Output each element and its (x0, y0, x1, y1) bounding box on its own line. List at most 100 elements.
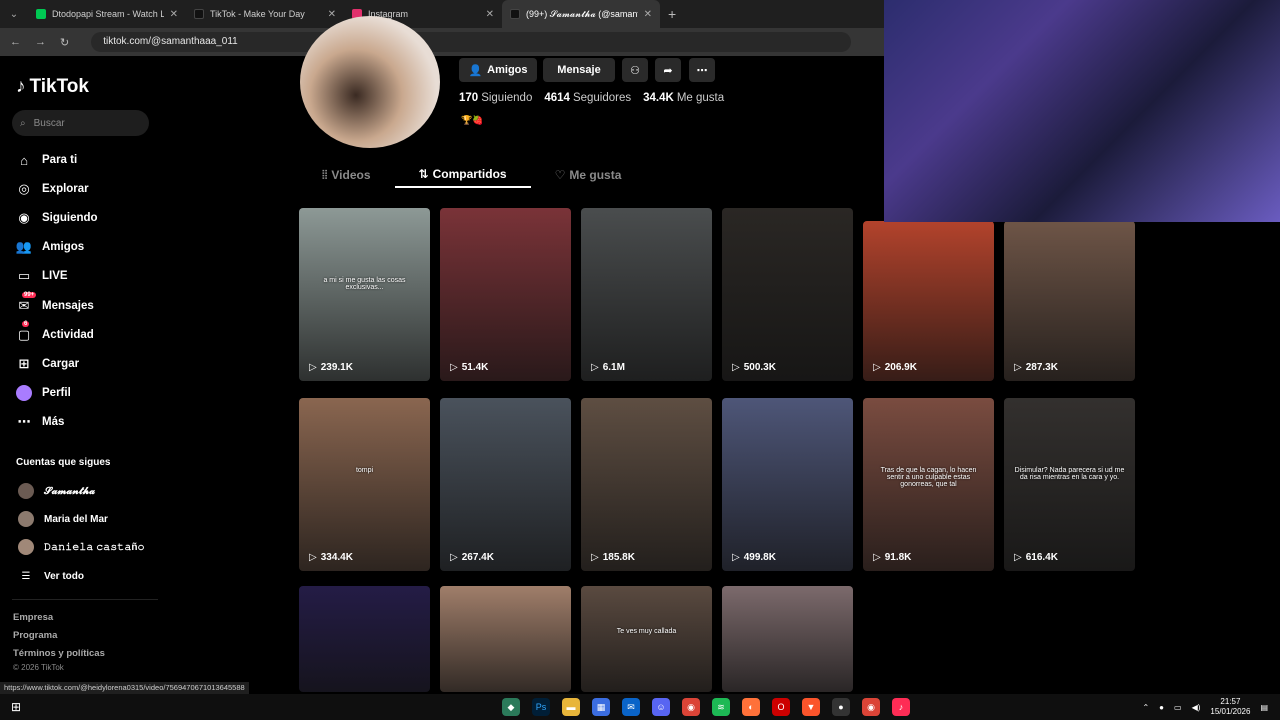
sidebar-item-live[interactable]: ▭ LIVE (16, 268, 68, 284)
tiktok-logo[interactable]: ♪ TikTok (16, 76, 89, 98)
calculator-icon[interactable]: ▦ (592, 698, 610, 716)
clock[interactable]: 21:57 15/01/2026 (1210, 697, 1250, 717)
network-icon[interactable]: ▭ (1174, 703, 1182, 712)
nav-label: Actividad (42, 329, 94, 341)
following-account[interactable]: 𝙳𝚊𝚗𝚒𝚎𝚕𝚊 𝚌𝚊𝚜𝚝𝚊ñ𝚘 (18, 539, 145, 555)
add-friend-button[interactable]: ⚇ (622, 58, 648, 82)
brave-icon[interactable]: ▼ (802, 698, 820, 716)
new-tab-button[interactable]: + (660, 6, 684, 22)
message-button[interactable]: Mensaje (543, 58, 615, 82)
sidebar-item-siguiendo[interactable]: ◉ Siguiendo (16, 210, 97, 226)
sidebar-item-mensajes[interactable]: ✉ 99+ Mensajes (16, 292, 94, 314)
tab-compartidos[interactable]: ⇅ Compartidos (394, 162, 531, 188)
sidebar-item-explorar[interactable]: ◎ Explorar (16, 181, 88, 197)
video-thumbnail[interactable]: Disimular? Nada parecera si ud me da ris… (1004, 398, 1135, 571)
chrome-icon[interactable]: ◉ (682, 698, 700, 716)
more-options-button[interactable]: ⋯ (689, 58, 715, 82)
video-thumbnail[interactable]: tompi ▷ 334.4K (299, 398, 430, 571)
footer-link[interactable]: Empresa (13, 612, 53, 623)
sidebar-item-perfil[interactable]: Perfil (16, 385, 71, 401)
sidebar-item-actividad[interactable]: ▢ 6 Actividad (16, 321, 94, 343)
tab-me-gusta[interactable]: ♡ Me gusta (531, 162, 646, 188)
opera-icon[interactable]: O (772, 698, 790, 716)
close-icon[interactable]: ✕ (170, 9, 178, 20)
video-thumbnail[interactable]: ▷ 267.4K (440, 398, 571, 571)
view-count: ▷ 206.9K (873, 362, 917, 373)
sidebar-item-cargar[interactable]: ⊞ Cargar (16, 356, 80, 372)
folder-icon[interactable]: ▬ (562, 698, 580, 716)
video-thumbnail[interactable]: Tras de que la cagan, lo hacen sentir a … (863, 398, 994, 571)
play-icon: ▷ (591, 362, 599, 373)
search-input[interactable]: ⌕ Buscar (12, 110, 149, 136)
messages-badge: 99+ (22, 292, 37, 298)
play-icon: ▷ (450, 552, 458, 563)
browser-tab[interactable]: TikTok - Make Your Day ✕ (186, 0, 344, 28)
footer-link[interactable]: Términos y políticas (13, 648, 105, 659)
notification-icon[interactable]: ▤ (1260, 703, 1268, 712)
reload-icon[interactable]: ↻ (60, 36, 69, 49)
app-icon[interactable]: ◆ (502, 698, 520, 716)
tiktok-app-icon[interactable]: ♪ (892, 698, 910, 716)
chrome-active-icon[interactable]: ◉ (862, 698, 880, 716)
sidebar-item-para-ti[interactable]: ⌂ Para ti (16, 152, 77, 168)
footer-link[interactable]: Programa (13, 630, 57, 641)
mic-icon[interactable]: ● (1159, 703, 1164, 712)
browser-tab[interactable]: Dtodopapi Stream - Watch Live ✕ (28, 0, 186, 28)
video-thumbnail[interactable]: ▷ 51.4K (440, 208, 571, 381)
view-count-value: 51.4K (461, 362, 489, 373)
stat-label: Seguidores (572, 92, 632, 104)
spotify-icon[interactable]: ≋ (712, 698, 730, 716)
date: 15/01/2026 (1210, 707, 1251, 716)
see-all-link[interactable]: ☰ Ver todo (18, 568, 85, 584)
firefox-icon[interactable]: ◐ (742, 698, 760, 716)
tab-videos[interactable]: ⦙⦙ Videos (298, 162, 395, 188)
see-all-label: Ver todo (44, 570, 85, 582)
video-thumbnail[interactable]: ▷ 206.9K (863, 221, 994, 381)
video-thumbnail[interactable]: ▷ 287.3K (1004, 221, 1135, 381)
sidebar-item-mas[interactable]: ⋯ Más (16, 414, 65, 430)
video-caption: Te ves muy callada (616, 628, 677, 636)
sidebar-item-amigos[interactable]: 👥 Amigos (16, 239, 84, 255)
back-icon[interactable]: ← (10, 36, 21, 48)
profile-avatar (300, 16, 440, 148)
tab-search-icon[interactable]: ⌄ (0, 9, 28, 20)
video-thumbnail[interactable] (722, 586, 853, 692)
link-status-bar: https://www.tiktok.com/@heidylorena0315/… (0, 682, 249, 694)
tab-title: TikTok - Make Your Day (210, 9, 305, 19)
close-icon[interactable]: ✕ (486, 9, 494, 20)
share-button[interactable]: ➦ (655, 58, 681, 82)
close-icon[interactable]: ✕ (644, 9, 652, 20)
video-thumbnail[interactable]: ▷ 185.8K (581, 398, 712, 571)
friends-button[interactable]: 👤 Amigos (459, 58, 537, 82)
video-thumbnail[interactable] (299, 586, 430, 692)
video-thumbnail[interactable]: Te ves muy callada (581, 586, 712, 692)
profile-tabs: ⦙⦙ Videos ⇅ Compartidos ♡ Me gusta (298, 162, 748, 188)
windows-start-icon[interactable]: ⊞ (0, 700, 32, 714)
browser-tab-active[interactable]: (99+) 𝓢𝓪𝓶𝓪𝓷𝓽𝓱𝓪 (@samantha ✕ (502, 0, 660, 28)
obs-icon[interactable]: ● (832, 698, 850, 716)
tiktok-note-icon: ♪ (16, 76, 26, 97)
video-thumbnail[interactable] (440, 586, 571, 692)
volume-icon[interactable]: ◀) (1192, 703, 1201, 712)
nav-label: Cargar (42, 358, 80, 370)
following-account[interactable]: Maria del Mar (18, 511, 108, 527)
video-thumbnail[interactable]: a mi si me gusta las cosas exclusivas...… (299, 208, 430, 381)
url-field[interactable]: tiktok.com/@samanthaaa_011 (91, 32, 852, 52)
nav-label: Amigos (42, 241, 85, 253)
play-icon: ▷ (1014, 362, 1022, 373)
chevron-up-icon[interactable]: ⌃ (1142, 703, 1149, 712)
stat-following[interactable]: 170 Siguiendo (459, 92, 532, 104)
mail-icon[interactable]: ✉ (622, 698, 640, 716)
video-thumbnail[interactable]: ▷ 6.1M (581, 208, 712, 381)
discord-icon[interactable]: ☺ (652, 698, 670, 716)
video-thumbnail[interactable]: ▷ 499.8K (722, 398, 853, 571)
close-icon[interactable]: ✕ (328, 9, 336, 20)
stat-value: 34.4K (643, 92, 674, 104)
photoshop-icon[interactable]: Ps (532, 698, 550, 716)
stat-followers[interactable]: 4614 Seguidores (544, 92, 631, 104)
heart-icon: ♡ (554, 168, 566, 182)
forward-icon[interactable]: → (35, 36, 46, 48)
video-thumbnail[interactable]: ▷ 500.3K (722, 208, 853, 381)
following-account[interactable]: 𝓢𝓪𝓶𝓪𝓷𝓽𝓱𝓪 (18, 483, 95, 499)
account-name: 𝓢𝓪𝓶𝓪𝓷𝓽𝓱𝓪 (44, 485, 96, 497)
